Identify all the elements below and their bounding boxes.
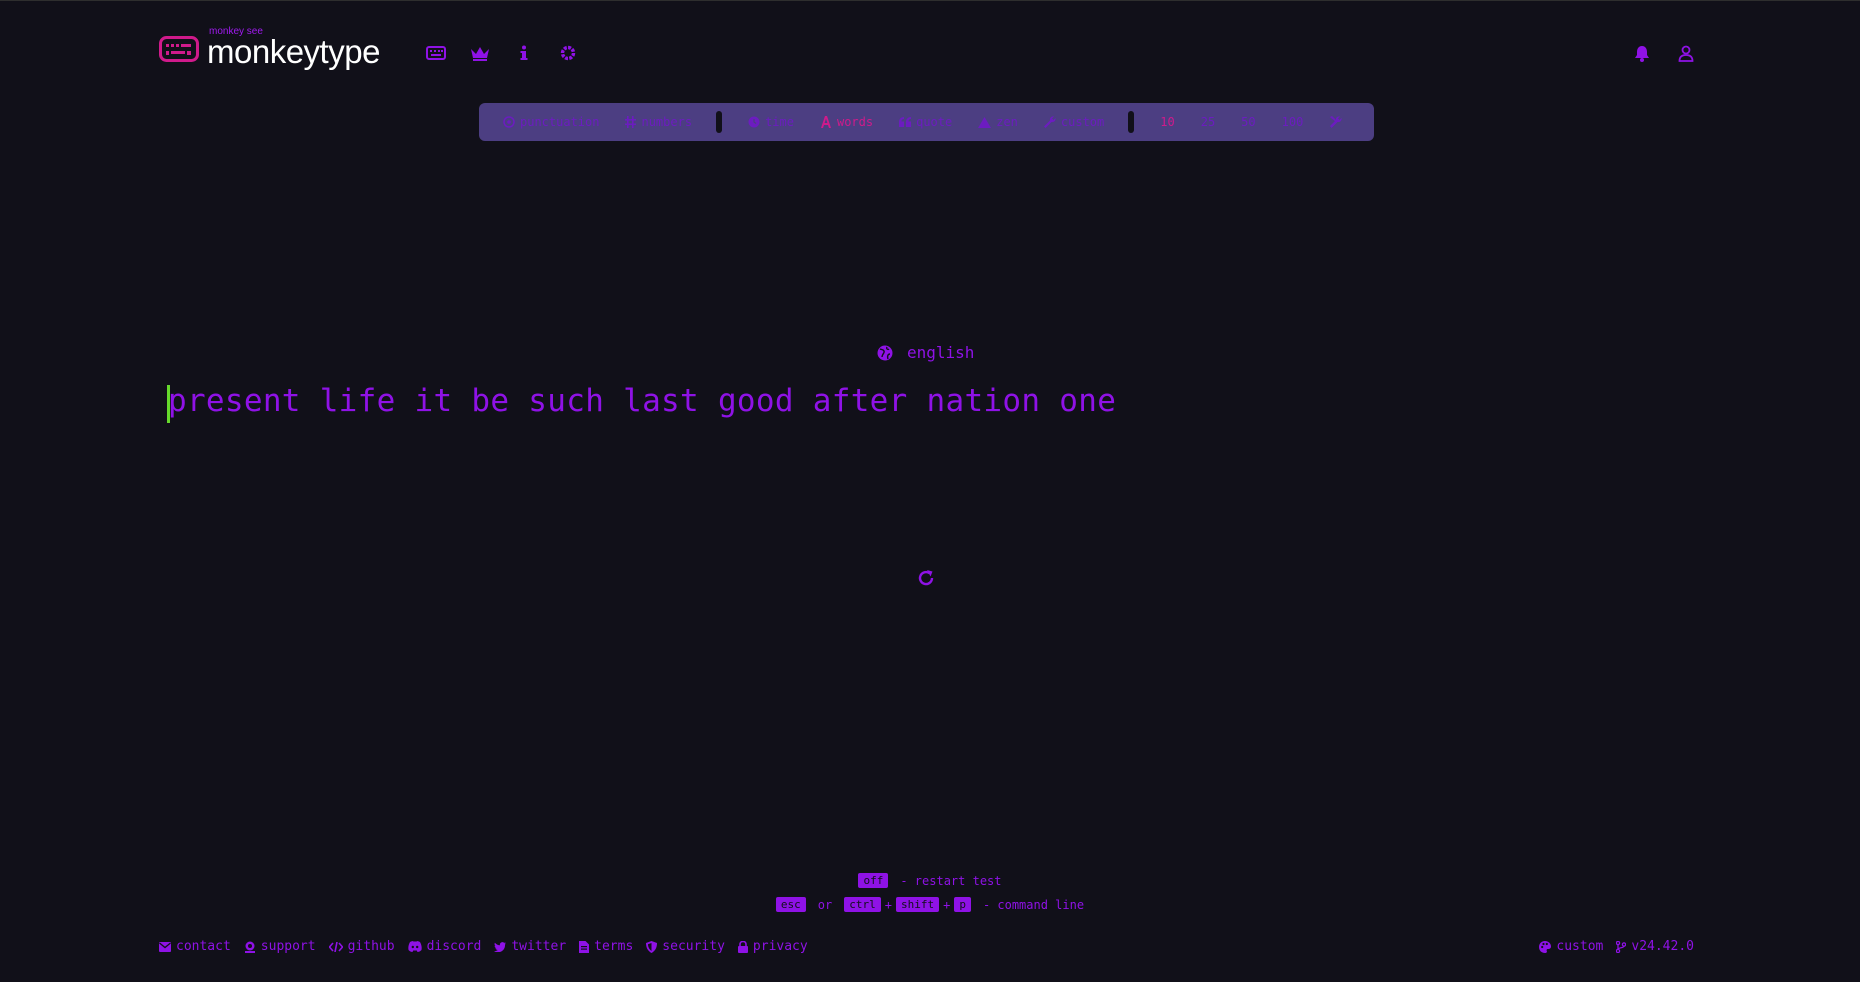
discord-icon [407,941,422,952]
theme-label: custom [1556,939,1604,954]
plus-sign: + [943,897,951,912]
word-count-50[interactable]: 50 [1241,115,1255,129]
punctuation-label: punctuation [520,115,600,129]
info-icon[interactable] [502,43,546,63]
language-label: english [907,343,975,362]
code-branch-icon [1616,940,1627,953]
language-selector[interactable]: english [877,343,974,362]
donate-icon [244,941,255,953]
font-icon [820,116,831,128]
lock-icon [737,940,748,953]
restart-icon [918,570,934,586]
tools-icon [1330,116,1342,128]
hashtag-icon [625,116,637,128]
punctuation-toggle[interactable]: punctuation [503,115,599,129]
shield-icon [646,940,658,953]
keyboard-icon[interactable] [414,43,458,63]
word-count-10[interactable]: 10 [1160,115,1174,129]
top-nav [414,43,590,63]
footer-right: custom v24.42.0 [1539,939,1694,954]
tab-key: off [858,873,889,888]
word-count-100[interactable]: 100 [1282,115,1304,129]
clock-icon [748,116,760,128]
numbers-toggle[interactable]: numbers [625,115,692,129]
numbers-label: numbers [641,115,693,129]
footer-twitter[interactable]: twitter [494,939,566,954]
footer-security[interactable]: security [646,939,725,954]
version-label: v24.42.0 [1631,939,1694,954]
mode-custom[interactable]: custom [1043,115,1105,129]
plus-sign: + [884,897,892,912]
gear-icon[interactable] [546,43,590,63]
footer-discord-label: discord [426,939,482,954]
mode-quote[interactable]: quote [899,115,952,129]
logo-title: monkeytype [207,33,380,70]
mode-quote-label: quote [916,115,953,129]
footer-links: contact support github discord twitter t… [159,939,821,954]
monkeytype-logo-icon [159,36,199,62]
top-right-nav [1620,43,1708,63]
custom-count-button[interactable] [1329,115,1343,129]
footer-terms[interactable]: terms [579,939,633,954]
command-line-hint-text: - command line [982,897,1085,912]
esc-key: esc [775,897,806,912]
footer-discord[interactable]: discord [407,939,482,954]
crown-icon[interactable] [458,43,502,63]
theme-button[interactable]: custom [1539,939,1603,954]
mode-words-label: words [836,115,874,129]
globe-icon [877,345,893,360]
mountain-icon [978,116,992,128]
shift-key: shift [895,897,940,912]
user-icon[interactable] [1664,43,1708,63]
p-key: p [954,897,971,912]
logo-subtitle: monkey see [209,26,263,37]
footer-support-label: support [260,939,316,954]
bell-icon[interactable] [1620,43,1664,63]
command-line-hint: esc or ctrl + shift + p - command line [0,897,1860,912]
code-icon [328,941,343,952]
footer-contact-label: contact [176,939,231,954]
footer-privacy-label: privacy [752,939,808,954]
words-display[interactable]: present life it be such last good after … [168,383,1116,419]
word-count-25[interactable]: 25 [1201,115,1215,129]
mode-words[interactable]: words [820,115,873,129]
restart-button[interactable] [917,569,935,591]
mode-time-label: time [765,115,794,129]
footer-github[interactable]: github [328,939,395,954]
envelope-icon [159,941,171,952]
footer-security-label: security [662,939,725,954]
restart-hint-text: - restart test [900,873,1002,888]
footer-privacy[interactable]: privacy [737,939,808,954]
file-icon [579,940,590,953]
restart-hint: off - restart test [0,873,1860,888]
footer-contact[interactable]: contact [159,939,231,954]
wrench-icon [1043,116,1056,128]
footer-github-label: github [347,939,395,954]
logo[interactable]: monkey see monkeytype [159,26,380,71]
footer-terms-label: terms [594,939,634,954]
version-button[interactable]: v24.42.0 [1616,939,1694,954]
at-icon [503,116,515,128]
config-separator [1128,111,1135,133]
footer-support[interactable]: support [244,939,316,954]
config-separator [716,111,723,133]
mode-custom-label: custom [1060,115,1105,129]
quote-icon [899,116,912,127]
mode-zen[interactable]: zen [978,115,1018,129]
palette-icon [1539,940,1552,953]
footer-twitter-label: twitter [511,939,567,954]
twitter-icon [494,941,507,952]
mode-time[interactable]: time [748,115,794,129]
or-text: or [817,897,833,912]
test-config-bar: punctuation numbers time words quote zen… [479,103,1374,141]
ctrl-key: ctrl [844,897,881,912]
mode-zen-label: zen [996,115,1018,129]
